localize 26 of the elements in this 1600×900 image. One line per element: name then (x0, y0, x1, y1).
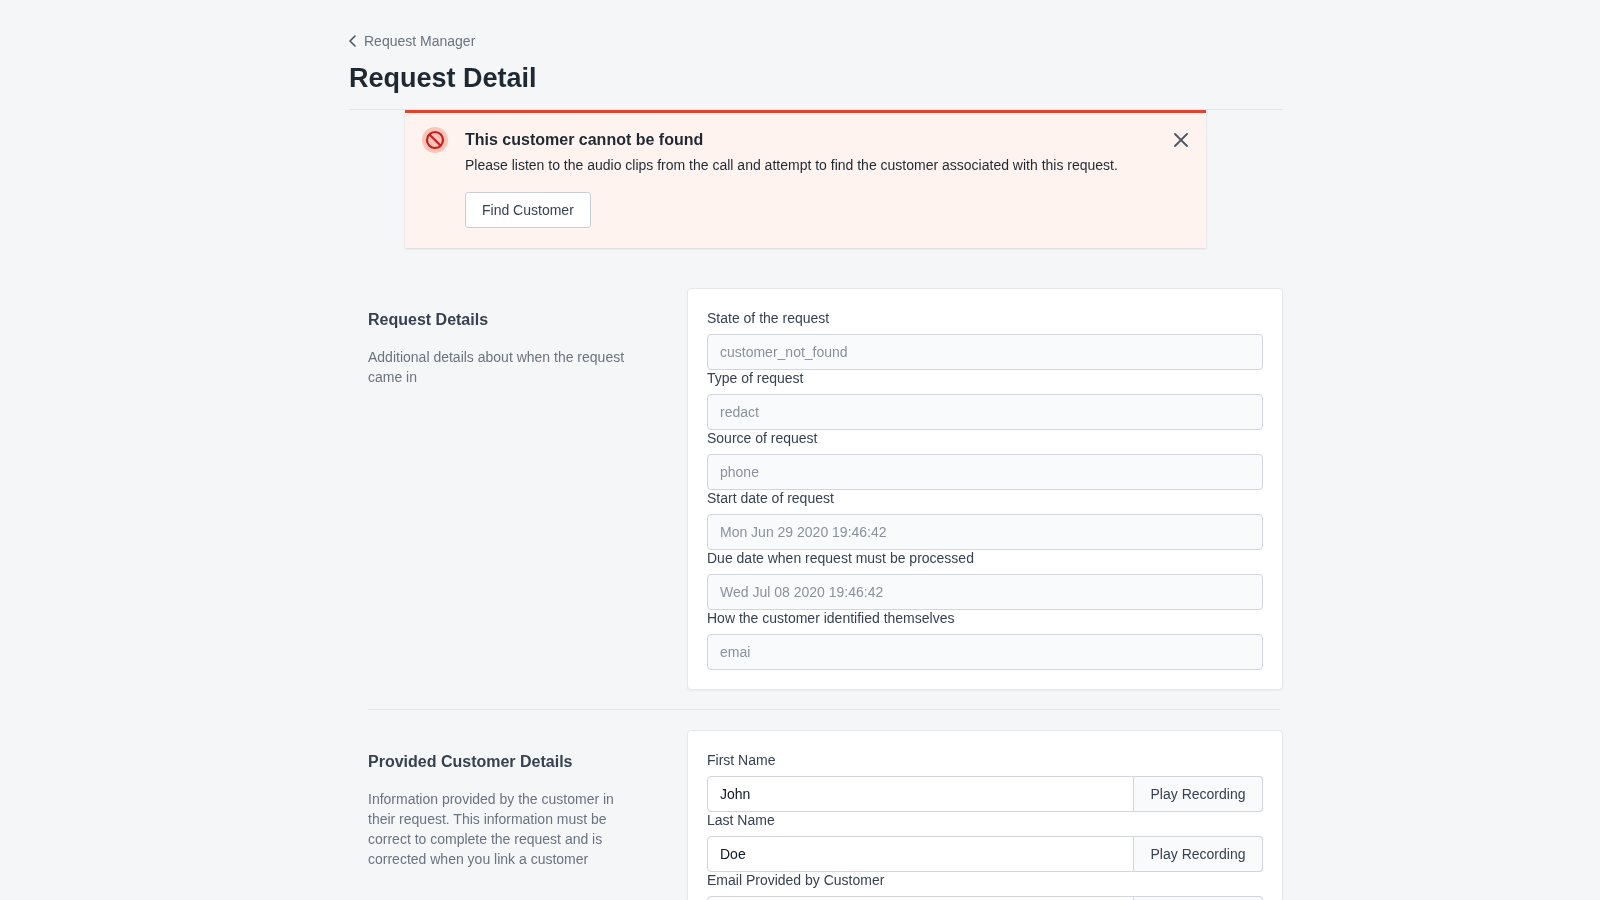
text-field[interactable]: John (707, 776, 1134, 812)
field-label: First Name (707, 753, 776, 767)
close-icon (1174, 133, 1188, 147)
prohibited-icon (422, 127, 448, 153)
field-label: How the customer identified themselves (707, 611, 955, 625)
field-label: Start date of request (707, 491, 834, 505)
section-description: Information provided by the customer in their request. This information must be correct to complete the request and is corrected when you link a customer (368, 790, 615, 869)
text-field[interactable]: Doe (707, 836, 1134, 872)
find-customer-button[interactable]: Find Customer (465, 192, 591, 228)
field-label: Type of request (707, 371, 804, 385)
section-title: Request Details (368, 312, 489, 328)
field-label: State of the request (707, 311, 830, 325)
field-label: Email Provided by Customer (707, 873, 885, 887)
back-link[interactable]: Request Manager (349, 32, 476, 50)
field-label: Last Name (707, 813, 775, 827)
section-description: Additional details about when the request came in (368, 348, 626, 387)
page-title: Request Detail (349, 62, 537, 95)
field-label: Source of request (707, 431, 818, 445)
play-recording-button[interactable]: Play Recording (1134, 836, 1263, 872)
field-label: Due date when request must be processed (707, 551, 974, 565)
section-title: Provided Customer Details (368, 754, 573, 770)
alert-title: This customer cannot be found (465, 130, 704, 150)
alert-message: Please listen to the audio clips from the call and attempt to find the customer associated with this request. (465, 156, 1118, 175)
chevron-left-icon (349, 35, 356, 47)
close-button[interactable] (1174, 133, 1188, 147)
play-recording-button[interactable]: Play Recording (1134, 776, 1263, 812)
